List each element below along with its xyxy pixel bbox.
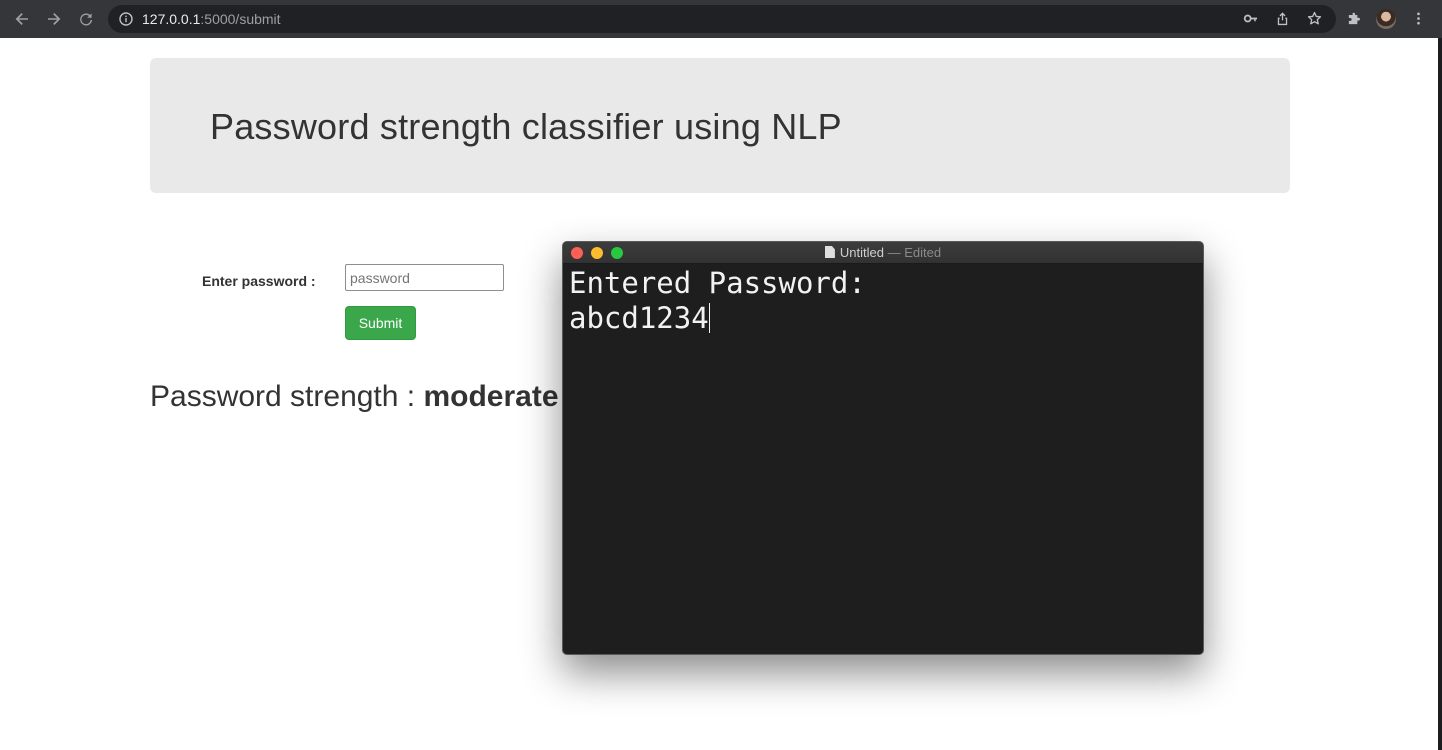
- address-bar[interactable]: 127.0.0.1:5000/submit: [108, 5, 1336, 33]
- extensions-icon[interactable]: [1344, 8, 1364, 28]
- back-icon[interactable]: [10, 7, 34, 31]
- key-icon[interactable]: [1240, 8, 1260, 28]
- reload-icon[interactable]: [74, 7, 98, 31]
- info-icon[interactable]: [119, 12, 133, 26]
- window-edge: [1438, 38, 1442, 750]
- document-icon: [824, 246, 835, 258]
- strength-prefix: Password strength :: [150, 380, 424, 413]
- strength-value: moderate: [423, 380, 559, 413]
- browser-toolbar: 127.0.0.1:5000/submit: [0, 0, 1442, 38]
- profile-avatar[interactable]: [1376, 9, 1396, 29]
- editor-line-1: Entered Password:: [569, 266, 866, 300]
- editor-title: Untitled — Edited: [563, 245, 1203, 260]
- menu-icon[interactable]: [1408, 8, 1428, 28]
- editor-text-area[interactable]: Entered Password: abcd1234: [569, 266, 866, 336]
- forward-icon[interactable]: [42, 7, 66, 31]
- editor-line-2: abcd1234: [569, 301, 709, 335]
- url-text: 127.0.0.1:5000/submit: [142, 11, 281, 27]
- text-caret: [708, 303, 710, 333]
- header-jumbotron: Password strength classifier using NLP: [150, 58, 1290, 193]
- submit-button[interactable]: Submit: [345, 306, 416, 340]
- page-title: Password strength classifier using NLP: [210, 106, 842, 147]
- password-input[interactable]: [345, 264, 504, 291]
- strength-result: Password strength : moderate: [150, 380, 559, 414]
- star-icon[interactable]: [1304, 8, 1324, 28]
- share-icon[interactable]: [1272, 8, 1292, 28]
- editor-titlebar[interactable]: Untitled — Edited: [563, 242, 1203, 264]
- text-editor-window[interactable]: Untitled — Edited Entered Password: abcd…: [562, 241, 1204, 655]
- password-label: Enter password :: [202, 273, 316, 289]
